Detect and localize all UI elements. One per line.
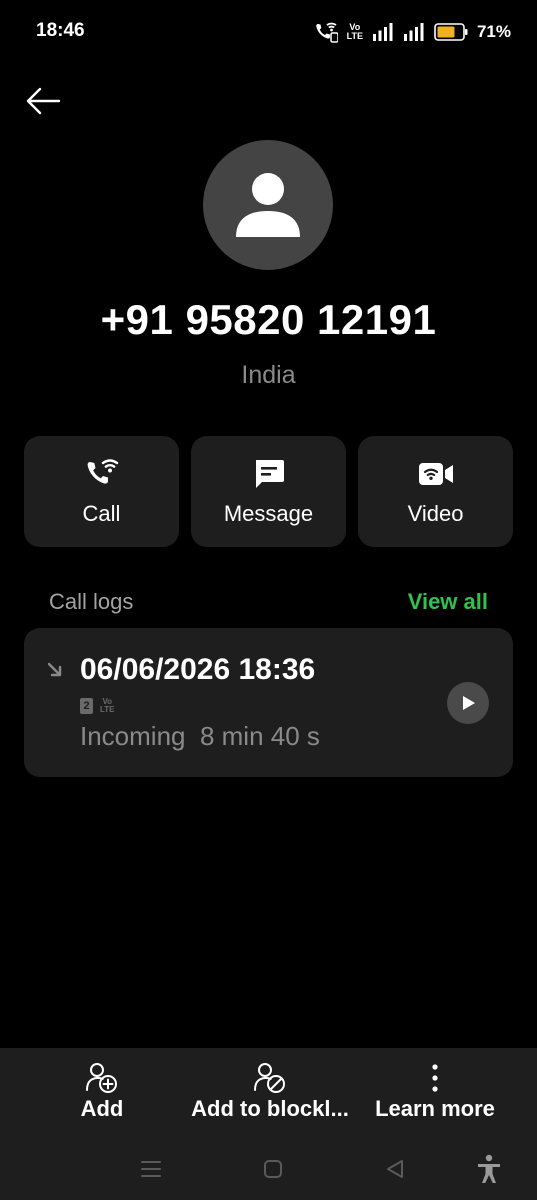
volte-badge: Vo LTE	[100, 697, 115, 714]
video-call-icon	[418, 462, 453, 485]
signal-sim1-icon	[372, 23, 394, 41]
back-triangle-icon	[387, 1160, 403, 1178]
view-all-link[interactable]: View all	[408, 589, 488, 615]
play-icon	[463, 696, 475, 710]
message-button-label: Message	[223, 500, 314, 526]
video-button-label: Video	[407, 500, 464, 526]
call-button[interactable]: Call	[24, 436, 179, 547]
home-button[interactable]	[258, 1154, 288, 1184]
more-vertical-icon	[432, 1064, 438, 1092]
status-time: 18:46	[36, 20, 85, 41]
message-icon	[255, 459, 284, 488]
back-nav-button[interactable]	[380, 1154, 410, 1184]
block-person-icon	[254, 1063, 285, 1093]
learn-more-label: Learn more	[375, 1096, 495, 1121]
call-log-detail: Incoming 8 min 40 s	[80, 721, 320, 751]
accessibility-icon	[478, 1154, 500, 1183]
call-log-datetime: 06/06/2026 18:36	[80, 653, 316, 686]
video-button[interactable]: Video	[358, 436, 513, 547]
add-to-blocklist-button[interactable]: Add to blockl...	[190, 1062, 350, 1122]
add-to-blocklist-label: Add to blockl...	[191, 1096, 349, 1121]
call-logs-title: Call logs	[49, 589, 134, 614]
phone-number: +91 95820 12191	[100, 296, 437, 343]
battery-percent: 71%	[476, 22, 511, 41]
system-navigation-bar	[0, 1138, 537, 1200]
add-contact-label: Add	[80, 1096, 124, 1121]
learn-more-button[interactable]: Learn more	[372, 1062, 498, 1122]
volte-icon: Vo LTE	[346, 22, 363, 41]
back-button[interactable]	[22, 80, 64, 122]
bottom-action-bar: Add Add to blockl... Learn more	[0, 1048, 537, 1138]
add-contact-button[interactable]: Add	[72, 1062, 132, 1122]
add-person-icon	[86, 1063, 117, 1093]
incoming-arrow-icon	[46, 661, 64, 684]
country-label: India	[241, 361, 296, 389]
call-log-sim-info: 2 Vo LTE	[80, 698, 115, 714]
menu-lines-icon	[141, 1161, 161, 1177]
battery-icon	[434, 23, 468, 41]
contact-avatar	[203, 140, 333, 270]
message-button[interactable]: Message	[191, 436, 346, 547]
person-icon	[236, 173, 300, 237]
home-square-icon	[264, 1160, 282, 1178]
call-button-label: Call	[82, 500, 121, 526]
wifi-calling-icon	[314, 21, 338, 43]
action-buttons: Call Message Video	[24, 436, 513, 547]
status-icons: Vo LTE 71%	[314, 20, 511, 44]
wifi-call-icon	[87, 458, 118, 484]
signal-sim2-icon	[403, 23, 425, 41]
back-arrow-icon	[26, 87, 61, 115]
sim-card-icon: 2	[80, 698, 93, 714]
play-recording-button[interactable]	[447, 682, 489, 724]
accessibility-button[interactable]	[474, 1154, 504, 1184]
status-bar: 18:46 Vo LTE 71%	[0, 0, 537, 64]
recents-button[interactable]	[136, 1154, 166, 1184]
call-log-entry[interactable]: 06/06/2026 18:36 2 Vo LTE Incoming 8 min…	[24, 628, 513, 777]
